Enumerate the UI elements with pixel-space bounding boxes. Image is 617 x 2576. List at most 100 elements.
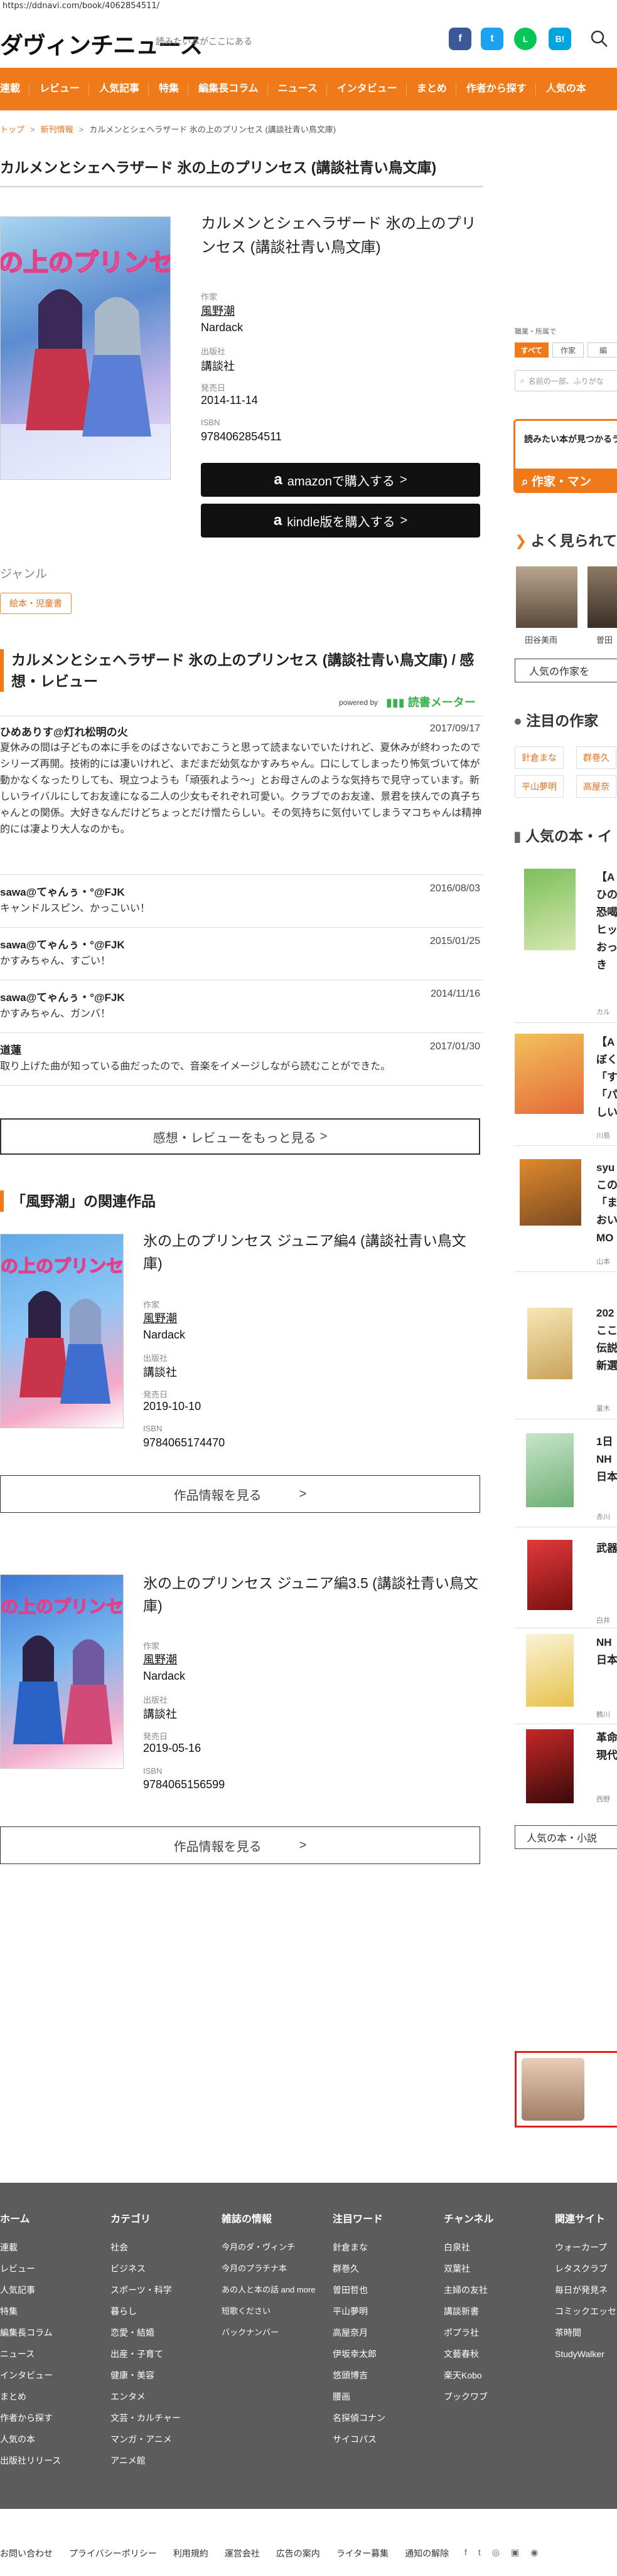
footer-link[interactable]: エンタメ bbox=[110, 2386, 217, 2407]
footer-link[interactable]: 短歌ください bbox=[222, 2301, 328, 2322]
bookmeter-logo[interactable]: ▮▮▮ 読書メーター bbox=[386, 694, 476, 710]
breadcrumb-home[interactable]: トップ bbox=[0, 125, 24, 134]
footer-link[interactable]: ウォーカープ bbox=[555, 2237, 617, 2258]
footer-link[interactable]: 連載 bbox=[0, 2237, 100, 2258]
author-name[interactable]: 曽田 bbox=[596, 633, 613, 645]
footer-link[interactable]: コミックエッセ bbox=[555, 2301, 617, 2322]
instagram-icon[interactable]: ◎ bbox=[492, 2547, 500, 2558]
search-icon[interactable] bbox=[588, 28, 611, 50]
rss-icon[interactable]: ◉ bbox=[530, 2547, 538, 2558]
author-photo[interactable] bbox=[516, 566, 577, 628]
related-title[interactable]: 氷の上のプリンセス ジュニア編4 (講談社青い鳥文庫) bbox=[143, 1229, 482, 1275]
footer-link[interactable]: ポプラ社 bbox=[444, 2322, 550, 2343]
review-user[interactable]: sawa@てゃんぅ・°@FJK bbox=[0, 936, 125, 951]
nav-item-author-search[interactable]: 作者から探す bbox=[466, 83, 536, 95]
footer-link[interactable]: 腰画 bbox=[333, 2386, 439, 2407]
nav-item-review[interactable]: レビュー bbox=[40, 83, 90, 95]
footer-link[interactable]: レタスクラブ bbox=[555, 2258, 617, 2279]
nav-item-news[interactable]: ニュース bbox=[278, 83, 327, 95]
footer-link[interactable]: 社会 bbox=[110, 2237, 217, 2258]
footer-col-heading[interactable]: 関連サイト bbox=[555, 2210, 617, 2225]
kindle-buy-button[interactable]: a kindle版を購入する > bbox=[201, 504, 480, 538]
footer-link[interactable]: レビュー bbox=[0, 2258, 100, 2279]
twitter-icon[interactable]: t bbox=[478, 2547, 481, 2558]
footer-col-heading[interactable]: ホーム bbox=[0, 2210, 100, 2225]
related-cover-image[interactable]: 氷の上のプリンセス bbox=[0, 1574, 124, 1769]
book-thumbnail[interactable] bbox=[520, 1159, 581, 1226]
footer-bottom-link[interactable]: 通知の解除 bbox=[405, 2547, 449, 2560]
author-link[interactable]: 風野潮 bbox=[143, 1651, 177, 1667]
footer-bottom-link[interactable]: ライター募集 bbox=[336, 2547, 389, 2560]
review-user[interactable]: sawa@てゃんぅ・°@FJK bbox=[0, 989, 125, 1004]
attention-tag[interactable]: 群巻久 bbox=[576, 746, 616, 769]
footer-col-heading[interactable]: 注目ワード bbox=[333, 2210, 439, 2225]
review-user[interactable]: ひめありす@灯れ松明の火 bbox=[0, 723, 128, 739]
nav-item-popular-books[interactable]: 人気の本 bbox=[546, 83, 595, 95]
footer-link[interactable]: 主婦の友社 bbox=[444, 2279, 550, 2301]
footer-link[interactable]: 白泉社 bbox=[444, 2237, 550, 2258]
facebook-icon[interactable]: f bbox=[449, 28, 471, 50]
footer-link[interactable]: 特集 bbox=[0, 2301, 100, 2322]
footer-link[interactable]: 編集長コラム bbox=[0, 2322, 100, 2343]
footer-link[interactable]: 高屋奈月 bbox=[333, 2322, 439, 2343]
book-thumbnail[interactable] bbox=[515, 1034, 584, 1114]
line-icon[interactable]: ▣ bbox=[511, 2547, 519, 2558]
footer-link[interactable]: 暮らし bbox=[110, 2301, 217, 2322]
work-info-button[interactable]: 作品情報を見る > bbox=[0, 1475, 480, 1513]
line-icon[interactable]: L bbox=[514, 28, 537, 50]
footer-link[interactable]: サイコパス bbox=[333, 2429, 439, 2450]
footer-link[interactable]: 毎日が発見ネ bbox=[555, 2279, 617, 2301]
footer-link[interactable]: 講談新書 bbox=[444, 2301, 550, 2322]
footer-col-heading[interactable]: カテゴリ bbox=[110, 2210, 217, 2225]
author-link[interactable]: 風野潮 bbox=[201, 302, 235, 319]
filter-tab-editor[interactable]: 編 bbox=[587, 342, 617, 358]
footer-link[interactable]: 茶時間 bbox=[555, 2322, 617, 2343]
footer-bottom-link[interactable]: お問い合わせ bbox=[0, 2547, 53, 2560]
footer-link[interactable]: まとめ bbox=[0, 2386, 100, 2407]
filter-tab-author[interactable]: 作家 bbox=[552, 342, 584, 358]
footer-link[interactable]: 平山夢明 bbox=[333, 2301, 439, 2322]
attention-tag[interactable]: 高屋奈 bbox=[576, 775, 616, 798]
nav-item-popular[interactable]: 人気記事 bbox=[99, 83, 149, 95]
book-thumbnail[interactable] bbox=[527, 1308, 572, 1379]
footer-link[interactable]: アニメ館 bbox=[110, 2450, 217, 2471]
filter-tab-all[interactable]: すべて bbox=[515, 342, 549, 358]
footer-link[interactable]: ニュース bbox=[0, 2343, 100, 2365]
footer-link[interactable]: 恋愛・結婚 bbox=[110, 2322, 217, 2343]
book-item-title[interactable]: NH 日本 bbox=[596, 1634, 617, 1669]
footer-link[interactable]: 悠頭博吉 bbox=[333, 2365, 439, 2386]
review-user[interactable]: 道蓮 bbox=[0, 1041, 21, 1057]
footer-link[interactable]: 名探偵コナン bbox=[333, 2407, 439, 2429]
author-link[interactable]: 風野潮 bbox=[143, 1310, 177, 1326]
related-title[interactable]: 氷の上のプリンセス ジュニア編3.5 (講談社青い鳥文庫) bbox=[143, 1572, 482, 1617]
popular-authors-button[interactable]: 人気の作家を bbox=[515, 659, 617, 682]
book-item-title[interactable]: 革命 現代 bbox=[596, 1729, 617, 1764]
footer-link[interactable]: 伊坂幸太郎 bbox=[333, 2343, 439, 2365]
book-item-title[interactable]: 1日 NH 日本 bbox=[596, 1433, 617, 1486]
footer-link[interactable]: ブックワブ bbox=[444, 2386, 550, 2407]
book-item-title[interactable]: 【A ひの 恐喝 ヒッ おっき bbox=[596, 869, 617, 974]
author-photo[interactable] bbox=[587, 566, 617, 628]
twitter-icon[interactable]: t bbox=[481, 28, 503, 50]
footer-link[interactable]: マンガ・アニメ bbox=[110, 2429, 217, 2450]
footer-link[interactable]: 出版社リリース bbox=[0, 2450, 100, 2471]
nav-item-matome[interactable]: まとめ bbox=[417, 83, 456, 95]
footer-bottom-link[interactable]: 運営会社 bbox=[225, 2547, 260, 2560]
popular-books-button[interactable]: 人気の本・小説 bbox=[515, 1825, 617, 1849]
footer-col-heading[interactable]: チャンネル bbox=[444, 2210, 550, 2225]
book-thumbnail[interactable] bbox=[526, 1729, 574, 1803]
breadcrumb-category[interactable]: 新刊情報 bbox=[41, 125, 73, 134]
nav-item-feature[interactable]: 特集 bbox=[159, 83, 189, 95]
nav-item-serial[interactable]: 連載 bbox=[0, 83, 30, 95]
footer-link[interactable]: スポーツ・科学 bbox=[110, 2279, 217, 2301]
book-item-title[interactable]: 202 ここ 伝説 新選 bbox=[596, 1305, 617, 1375]
nav-item-interview[interactable]: インタビュー bbox=[337, 83, 407, 95]
footer-link[interactable]: StudyWalker bbox=[555, 2343, 617, 2365]
footer-col-heading[interactable]: 雑誌の情報 bbox=[222, 2210, 328, 2225]
work-info-button[interactable]: 作品情報を見る > bbox=[0, 1826, 480, 1864]
author-search-banner[interactable]: 読みたい本が見つかるラ ⌕ 作家・マン bbox=[513, 419, 617, 493]
book-thumbnail[interactable] bbox=[526, 1634, 574, 1707]
footer-link[interactable]: 文芸・カルチャー bbox=[110, 2407, 217, 2429]
book-item-title[interactable]: syu この 「ま おい MO bbox=[596, 1159, 617, 1247]
hatena-icon[interactable]: B! bbox=[549, 28, 571, 50]
